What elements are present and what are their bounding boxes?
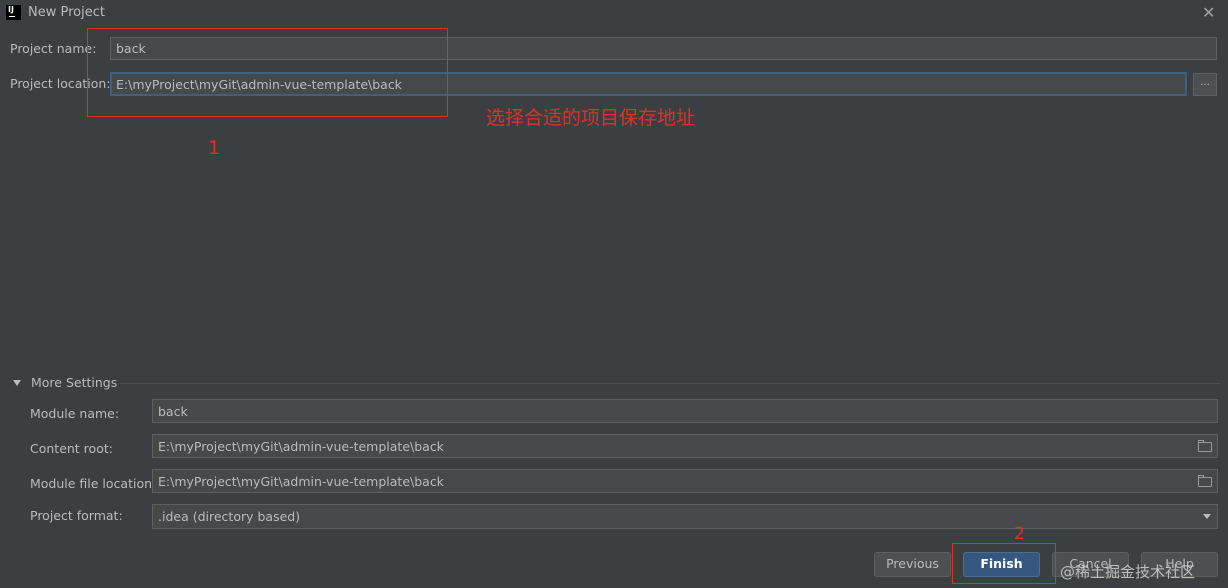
chevron-down-icon[interactable]: [1203, 514, 1211, 519]
browse-location-button[interactable]: ...: [1193, 73, 1217, 96]
section-divider: [120, 383, 1220, 384]
folder-icon[interactable]: [1198, 475, 1212, 487]
title-bar: IJ New Project ✕: [0, 0, 1228, 26]
collapse-triangle-icon[interactable]: [13, 380, 21, 386]
annotation-number-2: 2: [1014, 524, 1025, 544]
annotation-number-1: 1: [208, 137, 221, 159]
annotation-note-1: 选择合适的项目保存地址: [486, 107, 696, 129]
module-file-location-input[interactable]: [152, 469, 1218, 493]
intellij-app-icon: IJ: [6, 5, 21, 20]
watermark: @稀土掘金技术社区: [1060, 563, 1196, 581]
window-title: New Project: [28, 5, 105, 20]
module-file-location-label: Module file location:: [30, 476, 157, 491]
annotation-box-1: [87, 28, 448, 117]
folder-icon[interactable]: [1198, 440, 1212, 452]
more-settings-title[interactable]: More Settings: [31, 375, 117, 390]
close-icon[interactable]: ✕: [1202, 3, 1215, 22]
annotation-box-2: [952, 543, 1056, 584]
project-name-label: Project name:: [10, 41, 97, 56]
module-name-input[interactable]: [152, 399, 1218, 423]
project-format-label: Project format:: [30, 508, 123, 523]
project-format-value: .idea (directory based): [158, 509, 301, 524]
module-name-label: Module name:: [30, 406, 120, 421]
previous-button[interactable]: Previous: [874, 552, 951, 577]
content-root-input[interactable]: [152, 434, 1218, 458]
project-format-select[interactable]: .idea (directory based): [152, 504, 1218, 529]
content-root-label: Content root:: [30, 441, 113, 456]
